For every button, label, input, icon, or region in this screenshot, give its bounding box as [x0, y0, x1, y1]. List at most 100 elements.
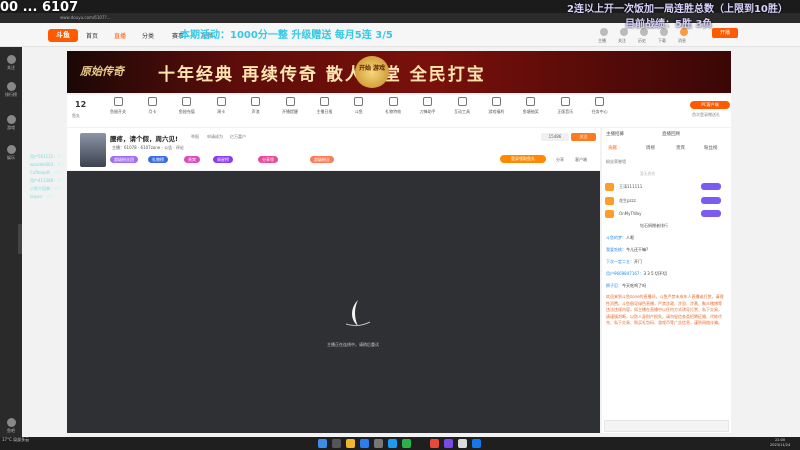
app-icon[interactable] [388, 439, 397, 448]
nav-live[interactable]: 直播 [114, 31, 126, 40]
address-text[interactable]: www.douyu.com/6107?... [60, 15, 270, 22]
toolbar-item[interactable]: 正版音乐 [551, 97, 579, 115]
toolbar-item[interactable]: 月卡 [138, 97, 166, 115]
chat-message: 斗鱼的梦：人呢 [606, 235, 634, 240]
tag-weekstar[interactable]: 周星榜 [213, 156, 233, 163]
tab-contribute[interactable]: 贡献 [608, 145, 617, 151]
header-follow-label[interactable]: 关注 [618, 38, 626, 44]
pc-client-button[interactable]: PC客户端 [690, 101, 730, 109]
toolbar-icon [147, 97, 157, 106]
tab-fans[interactable]: 粉丝榜 [704, 145, 718, 151]
sidebar-item-ent[interactable]: 娱乐 [0, 145, 22, 161]
toolbar-icon [251, 97, 261, 106]
settings-icon[interactable] [374, 439, 383, 448]
anchor-icon[interactable] [600, 28, 608, 36]
browser-icon[interactable] [360, 439, 369, 448]
toolbar-item[interactable]: 游戏福利 [482, 97, 510, 115]
level-badge-icon [701, 197, 721, 204]
rank-badge-icon [605, 210, 614, 218]
follower-count: 15486 [541, 133, 569, 141]
toolbar-icon [319, 97, 329, 106]
toolbar-icon [560, 97, 570, 106]
overlay-rules: 2连以上开一次饭加一局连胜总数（上限到10胜） [567, 4, 788, 15]
fishball-count: 12 [75, 100, 87, 109]
follow-button[interactable]: 关注 [571, 133, 596, 141]
toolbar-item[interactable]: 声浪 [242, 97, 270, 115]
app-icon[interactable] [430, 439, 439, 448]
report-link[interactable]: 举报 [191, 134, 199, 140]
overlay-chat-line: 小鱼干回来：来了 [30, 186, 62, 191]
search-icon[interactable] [332, 439, 341, 448]
header-download-label[interactable]: 下载 [658, 38, 666, 44]
header-message-label[interactable]: 消息 [678, 38, 686, 44]
system-clock[interactable]: 22:00 2023/11/24 [770, 438, 790, 447]
banner-play-button[interactable]: 开始 游戏 [355, 56, 389, 88]
header-anchor-label[interactable]: 主播 [598, 38, 606, 44]
toolbar-item[interactable]: 周卡 [207, 97, 235, 115]
toolbar-label: 互动工具 [454, 109, 470, 114]
toolbar-item[interactable]: 主播日报 [310, 97, 338, 115]
toolbar-item[interactable]: 开播提醒 [276, 97, 304, 115]
overlay-chat-line: loiyan：来了 [30, 194, 55, 199]
toolbar-label: 鱼翅充值 [178, 109, 195, 114]
taskbar [0, 437, 800, 450]
tag-gift-rank[interactable]: 礼物榜 [148, 156, 168, 163]
rank-badge-icon [605, 183, 614, 191]
toolbar-item[interactable]: 斗鱼 [345, 97, 373, 115]
toolbar-item[interactable]: 刀锋助手 [414, 97, 442, 115]
tag-superfan[interactable]: 超级粉丝 [310, 156, 334, 163]
toolbar-icon [526, 97, 536, 106]
tab-week[interactable]: 周榜 [646, 145, 655, 151]
toolbar-item[interactable]: 鱼翅开关 [104, 97, 132, 115]
header-history-label[interactable]: 历史 [638, 38, 646, 44]
music-icon [6, 145, 16, 154]
toolbar-label: 声浪 [251, 109, 260, 114]
app-icon[interactable] [472, 439, 481, 448]
client-button[interactable]: 客户端 [575, 157, 587, 163]
open-live-button[interactable]: 开播 [712, 28, 738, 38]
rank-user-1[interactable]: 王涛111111 [605, 182, 727, 192]
login-bonus-button[interactable]: 登录领取鱼丸 [500, 155, 546, 163]
star-icon [6, 55, 16, 64]
share-button[interactable]: 分享 [556, 157, 564, 163]
rank-user-3[interactable]: OnMyTWay [605, 209, 727, 219]
folder-icon[interactable] [346, 439, 355, 448]
toolbar-item[interactable]: 礼物特效 [379, 97, 407, 115]
app-icon[interactable] [458, 439, 467, 448]
rich-link[interactable]: 亿万富户 [230, 134, 246, 140]
toolbar-icon [216, 97, 226, 106]
rank-badge-icon [605, 197, 614, 205]
toolbar-item[interactable]: 鱼塘抽奖 [517, 97, 545, 115]
toolbar-icon [595, 97, 605, 106]
room-notice: 欢迎来到斗鱼zone的直播间，斗鱼严禁未成年人直播或打赏，请理性消费。斗鱼倡导绿… [606, 294, 724, 325]
toolbar-item[interactable]: 任务中心 [586, 97, 614, 115]
tab-replay[interactable]: 直播回顾 [662, 131, 680, 137]
app-icon[interactable] [402, 439, 411, 448]
sidebar-item-rank[interactable]: 排行榜 [0, 82, 22, 98]
tab-recruit[interactable]: 主播招募 [606, 131, 624, 137]
toolbar-item[interactable]: 互动工具 [448, 97, 476, 115]
tab-vip[interactable]: 贵宾 [676, 145, 685, 151]
rank-user-2[interactable]: 花生pzzz [605, 196, 727, 206]
sidebar-item-yuba[interactable]: 鱼吧 [0, 418, 22, 434]
chat-input[interactable] [604, 420, 729, 432]
chat-message: 用户9669847167：3 3 5 切不切 [606, 271, 667, 276]
toolbar-icon [113, 97, 123, 106]
fishball-label: 鱼丸 [72, 113, 80, 118]
site-logo[interactable]: 斗鱼 [48, 29, 78, 42]
apply-link[interactable]: 申请成为 [207, 134, 223, 140]
nav-home[interactable]: 首页 [86, 31, 98, 40]
sidebar-item-game[interactable]: 游戏 [0, 115, 22, 131]
toolbar-item[interactable]: 鱼翅充值 [173, 97, 201, 115]
video-player[interactable] [67, 171, 600, 433]
tag-vip[interactable]: 贵宾 [184, 156, 200, 163]
chat-message: 狮子忍：今天吃鸡了吗 [606, 283, 646, 288]
toolbar-icon [423, 97, 433, 106]
nav-category[interactable]: 分类 [142, 31, 154, 40]
sidebar-item-follow[interactable]: 关注 [0, 55, 22, 71]
tag-share[interactable]: 分享领 [258, 156, 278, 163]
windows-start-icon[interactable] [318, 439, 327, 448]
tag-fanclub[interactable]: 超级粉丝团 [110, 156, 138, 163]
weather-widget[interactable]: 17°C 局部多云 [2, 437, 29, 443]
app-icon[interactable] [444, 439, 453, 448]
